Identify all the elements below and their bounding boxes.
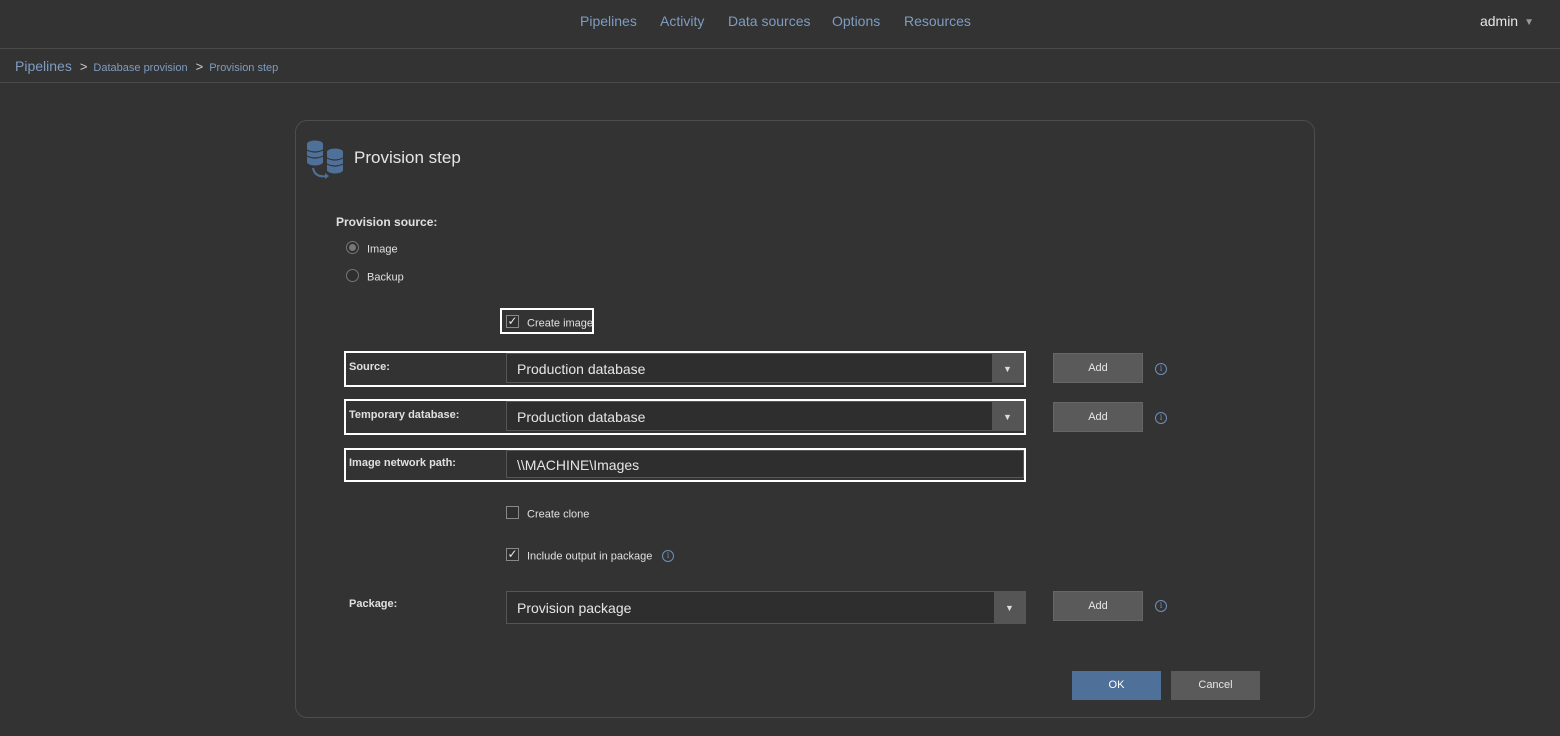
info-icon[interactable]: i bbox=[662, 550, 674, 562]
nav-options[interactable]: Options bbox=[832, 13, 880, 29]
breadcrumb-pipelines[interactable]: Pipelines bbox=[15, 58, 72, 74]
chevron-down-icon: ▼ bbox=[1524, 17, 1534, 28]
radio-image[interactable]: Image bbox=[346, 241, 398, 256]
info-icon[interactable]: i bbox=[1155, 412, 1167, 424]
radio-backup-control[interactable] bbox=[346, 269, 359, 282]
user-menu[interactable]: admin ▼ bbox=[1480, 13, 1534, 29]
user-name: admin bbox=[1479, 13, 1519, 29]
radio-backup[interactable]: Backup bbox=[346, 269, 404, 284]
package-value: Provision package bbox=[517, 600, 632, 616]
temporary-database-value: Production database bbox=[517, 409, 646, 425]
source-value: Production database bbox=[517, 361, 646, 377]
package-label: Package: bbox=[349, 598, 398, 610]
breadcrumb-bar: Pipelines > Database provision > Provision s… bbox=[0, 49, 1560, 83]
nav-activity[interactable]: Activity bbox=[660, 13, 704, 29]
radio-backup-label: Backup bbox=[367, 271, 404, 284]
checkbox-empty-icon[interactable] bbox=[506, 506, 519, 519]
image-network-path-input[interactable]: \\MACHINE\Images bbox=[506, 450, 1024, 478]
temporary-database-select[interactable]: Production database ▼ bbox=[506, 401, 1024, 431]
chevron-right-icon: > bbox=[195, 59, 204, 74]
chevron-down-icon[interactable]: ▼ bbox=[992, 402, 1023, 430]
chevron-down-icon[interactable]: ▼ bbox=[994, 592, 1025, 623]
create-clone-checkbox[interactable]: Create clone bbox=[506, 506, 590, 521]
radio-image-label: Image bbox=[367, 243, 398, 256]
breadcrumb-database-provision[interactable]: Database provision bbox=[93, 62, 187, 74]
check-icon[interactable]: ✓ bbox=[506, 548, 519, 561]
add-package-button[interactable]: Add bbox=[1053, 591, 1143, 621]
create-image-label: Create image bbox=[527, 317, 594, 330]
create-clone-label: Create clone bbox=[527, 508, 590, 521]
cancel-button[interactable]: Cancel bbox=[1171, 671, 1260, 700]
source-label: Source: bbox=[349, 361, 390, 373]
create-image-checkbox[interactable]: ✓ Create image bbox=[506, 315, 594, 330]
check-icon[interactable]: ✓ bbox=[506, 315, 519, 328]
image-network-path-label: Image network path: bbox=[349, 457, 456, 469]
nav-resources[interactable]: Resources bbox=[904, 13, 971, 29]
image-network-path-value: \\MACHINE\Images bbox=[517, 457, 640, 473]
provision-source-label: Provision source: bbox=[336, 215, 438, 229]
chevron-right-icon: > bbox=[79, 59, 88, 74]
include-output-label: Include output in package bbox=[527, 550, 653, 563]
add-temporary-database-button[interactable]: Add bbox=[1053, 402, 1143, 432]
top-nav-bar: Pipelines Activity Data sources Options … bbox=[0, 0, 1560, 49]
chevron-down-icon[interactable]: ▼ bbox=[992, 354, 1023, 382]
temporary-database-label: Temporary database: bbox=[349, 409, 460, 421]
info-icon[interactable]: i bbox=[1155, 363, 1167, 375]
nav-pipelines[interactable]: Pipelines bbox=[580, 13, 637, 29]
include-output-checkbox[interactable]: ✓ Include output in package bbox=[506, 548, 653, 563]
breadcrumb: Pipelines > Database provision > Provision s… bbox=[15, 58, 278, 74]
nav-data-sources[interactable]: Data sources bbox=[728, 13, 810, 29]
radio-image-control[interactable] bbox=[346, 241, 359, 254]
dialog-title: Provision step bbox=[354, 148, 461, 167]
package-select[interactable]: Provision package ▼ bbox=[506, 591, 1026, 624]
info-icon[interactable]: i bbox=[1155, 600, 1167, 612]
provision-step-dialog: Provision step Provision source: Image B… bbox=[295, 120, 1315, 718]
breadcrumb-provision-step[interactable]: Provision step bbox=[209, 62, 278, 74]
database-provision-icon bbox=[306, 140, 344, 179]
ok-button[interactable]: OK bbox=[1072, 671, 1161, 700]
source-select[interactable]: Production database ▼ bbox=[506, 353, 1024, 383]
add-source-button[interactable]: Add bbox=[1053, 353, 1143, 383]
